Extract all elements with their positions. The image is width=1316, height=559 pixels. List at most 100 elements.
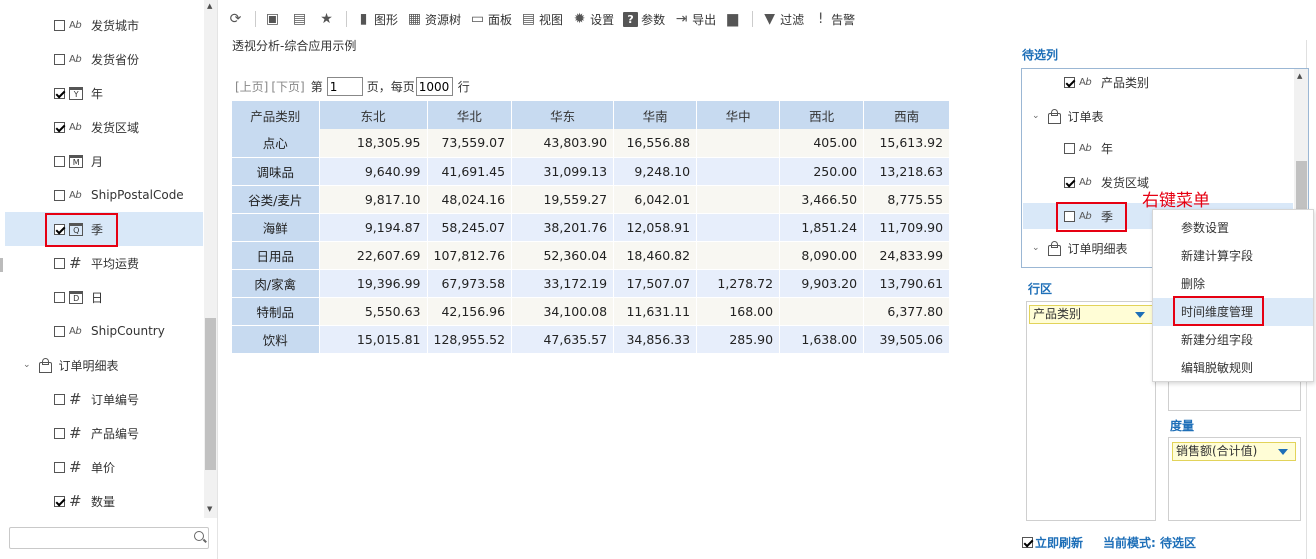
tree-item[interactable]: M月 <box>5 144 203 178</box>
table-cell[interactable]: 15,015.81 <box>319 325 428 354</box>
next-page-link[interactable]: [下页] <box>271 78 304 95</box>
row-header-cell[interactable]: 点心 <box>232 129 320 158</box>
table-cell[interactable] <box>696 213 781 242</box>
field-checkbox[interactable] <box>54 461 65 473</box>
column-zone[interactable] <box>1168 378 1301 411</box>
table-cell[interactable]: 33,172.19 <box>511 269 615 298</box>
toolbar-button[interactable]: ! 告警 <box>813 11 855 28</box>
row-header-cell[interactable]: 调味品 <box>232 157 320 186</box>
row-header-cell[interactable]: 特制品 <box>232 297 320 326</box>
table-cell[interactable]: 6,042.01 <box>613 185 698 214</box>
table-cell[interactable]: 1,638.00 <box>779 325 865 354</box>
table-cell[interactable]: 39,505.06 <box>863 325 951 354</box>
field-checkbox[interactable] <box>54 427 65 439</box>
scroll-up-arrow-icon[interactable]: ▲ <box>1297 72 1302 80</box>
column-header[interactable]: 产品类别 <box>232 101 320 129</box>
table-cell[interactable]: 16,556.88 <box>613 129 698 158</box>
table-cell[interactable]: 11,709.90 <box>863 213 951 242</box>
scroll-down-arrow-icon[interactable]: ▼ <box>207 505 212 513</box>
table-cell[interactable]: 405.00 <box>779 129 865 158</box>
table-cell[interactable]: 22,607.69 <box>319 241 428 270</box>
row-header-cell[interactable]: 日用品 <box>232 241 320 270</box>
measure-field[interactable]: 销售额(合计值) <box>1172 442 1296 461</box>
column-header[interactable]: 西北 <box>779 101 865 129</box>
table-cell[interactable]: 15,613.92 <box>863 129 951 158</box>
table-cell[interactable]: 24,833.99 <box>863 241 951 270</box>
field-checkbox[interactable] <box>54 257 65 269</box>
table-cell[interactable]: 9,903.20 <box>779 269 865 298</box>
field-checkbox[interactable] <box>54 53 65 65</box>
row-header-cell[interactable]: 谷类/麦片 <box>232 185 320 214</box>
toolbar-button[interactable]: ▼ 过滤 <box>762 11 804 28</box>
table-cell[interactable]: 43,803.90 <box>511 129 615 158</box>
chevron-down-icon[interactable]: ⌄ <box>1032 243 1040 253</box>
table-cell[interactable]: 13,790.61 <box>863 269 951 298</box>
table-cell[interactable]: 1,278.72 <box>696 269 781 298</box>
field-checkbox[interactable] <box>54 291 65 303</box>
row-header-cell[interactable]: 肉/家禽 <box>232 269 320 298</box>
row-header-cell[interactable]: 海鲜 <box>232 213 320 242</box>
pool-item[interactable]: Ab 年 <box>1023 135 1293 161</box>
context-menu-item[interactable]: 新建分组字段 <box>1153 326 1313 354</box>
row-zone-field-产品类别[interactable]: 产品类别 <box>1029 305 1153 324</box>
search-icon[interactable] <box>194 531 204 541</box>
toolbar-button[interactable]: ✹ 设置 <box>572 11 614 28</box>
table-cell[interactable]: 9,248.10 <box>613 157 698 186</box>
row-zone[interactable]: 产品类别 <box>1026 301 1156 521</box>
table-cell[interactable]: 285.90 <box>696 325 781 354</box>
table-cell[interactable]: 9,817.10 <box>319 185 428 214</box>
table-cell[interactable]: 17,507.07 <box>613 269 698 298</box>
pool-group[interactable]: ⌄ 订单表 <box>1032 103 1292 129</box>
column-header[interactable]: 华北 <box>427 101 513 129</box>
table-cell[interactable]: 1,851.24 <box>779 213 865 242</box>
tree-item[interactable]: Ab 发货区域 <box>5 110 203 144</box>
table-cell[interactable]: 52,360.04 <box>511 241 615 270</box>
field-search-input[interactable] <box>9 527 209 549</box>
tree-item[interactable]: # 数量 <box>5 484 203 518</box>
table-cell[interactable]: 6,377.80 <box>863 297 951 326</box>
tree-item[interactable]: Y年 <box>5 76 203 110</box>
toolbar-button[interactable]: ⇥ 导出 <box>674 11 716 28</box>
prev-page-link[interactable]: [上页] <box>235 78 268 95</box>
field-checkbox[interactable] <box>54 325 65 337</box>
chevron-down-icon[interactable] <box>1278 449 1288 455</box>
table-cell[interactable]: 168.00 <box>696 297 781 326</box>
tree-item[interactable]: # 订单编号 <box>5 382 203 416</box>
field-checkbox[interactable] <box>1064 142 1075 154</box>
tree-group[interactable]: ⌄ 订单明细表 <box>5 348 203 382</box>
table-cell[interactable]: 250.00 <box>779 157 865 186</box>
scrollbar-thumb[interactable] <box>205 318 216 470</box>
table-cell[interactable]: 13,218.63 <box>863 157 951 186</box>
toolbar-button[interactable]: ▤ <box>292 11 310 27</box>
column-header[interactable]: 华南 <box>613 101 698 129</box>
panel-resize-grip[interactable] <box>0 258 3 272</box>
table-cell[interactable]: 8,775.55 <box>863 185 951 214</box>
tree-item[interactable]: # 单价 <box>5 450 203 484</box>
field-checkbox[interactable] <box>54 87 65 99</box>
chevron-down-icon[interactable]: ⌄ <box>23 360 31 370</box>
measure-zone[interactable]: 销售额(合计值) <box>1168 437 1301 521</box>
tree-item[interactable]: Ab ShipPostalCode <box>5 178 203 212</box>
table-cell[interactable]: 128,955.52 <box>427 325 513 354</box>
context-menu-item[interactable]: 删除 <box>1153 270 1313 298</box>
table-cell[interactable]: 58,245.07 <box>427 213 513 242</box>
toolbar-button[interactable]: ? 参数 <box>623 11 665 28</box>
table-cell[interactable]: 18,460.82 <box>613 241 698 270</box>
context-menu-item[interactable]: 新建计算字段 <box>1153 242 1313 270</box>
tree-item[interactable]: D日 <box>5 280 203 314</box>
toolbar-button[interactable]: ▤ 视图 <box>521 11 563 28</box>
scroll-up-arrow-icon[interactable]: ▲ <box>207 2 212 10</box>
page-number-input[interactable] <box>326 77 363 96</box>
field-checkbox[interactable] <box>54 393 65 405</box>
table-cell[interactable]: 9,194.87 <box>319 213 428 242</box>
column-header[interactable]: 西南 <box>863 101 951 129</box>
table-cell[interactable]: 41,691.45 <box>427 157 513 186</box>
table-cell[interactable]: 34,856.33 <box>613 325 698 354</box>
field-checkbox[interactable] <box>54 121 65 133</box>
column-header[interactable]: 东北 <box>319 101 428 129</box>
auto-refresh-label[interactable]: 立即刷新 <box>1035 534 1083 551</box>
table-cell[interactable]: 48,024.16 <box>427 185 513 214</box>
table-cell[interactable]: 12,058.91 <box>613 213 698 242</box>
toolbar-button[interactable]: ⟳ <box>228 11 246 27</box>
field-checkbox[interactable] <box>54 19 65 31</box>
